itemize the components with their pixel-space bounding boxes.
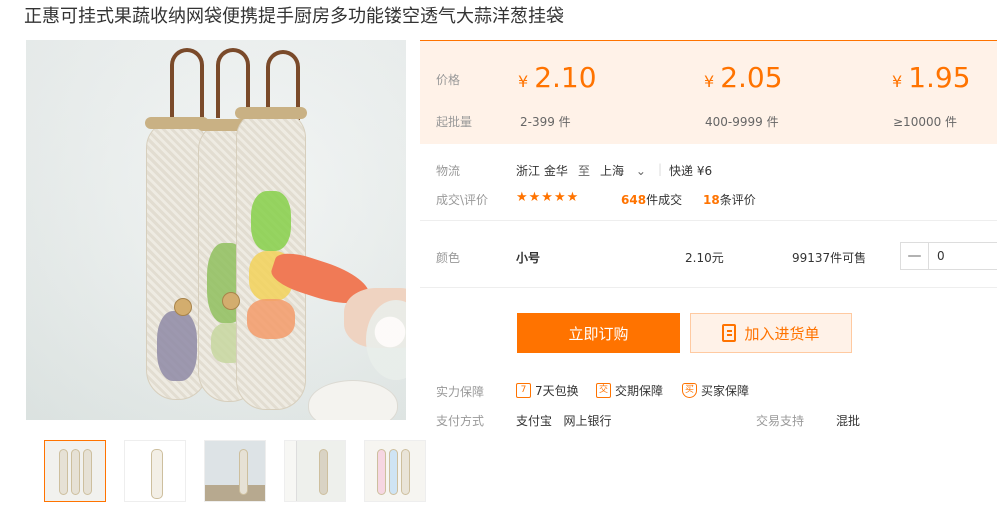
rating-stars: ★★★★★ bbox=[516, 190, 580, 205]
thumbnail[interactable] bbox=[204, 440, 266, 502]
shipping-fee: 快递 ¥6 bbox=[669, 164, 713, 178]
clipboard-icon bbox=[722, 324, 737, 342]
price-tier-1: ¥2.10 bbox=[518, 61, 597, 94]
add-to-cart-button[interactable]: 加入进货单 bbox=[690, 313, 852, 353]
qty-tier-1: 2-399 件 bbox=[520, 115, 571, 129]
qty-label: 起批量 bbox=[436, 115, 473, 129]
quantity-stepper: — 0 bbox=[900, 242, 997, 270]
logistics-label: 物流 bbox=[436, 164, 461, 178]
minus-button[interactable]: — bbox=[901, 243, 929, 269]
ship-to: 上海 bbox=[600, 164, 625, 178]
order-now-button[interactable]: 立即订购 bbox=[517, 313, 680, 353]
product-title: 正惠可挂式果蔬收纳网袋便携提手厨房多功能镂空透气大蒜洋葱挂袋 bbox=[24, 6, 564, 27]
price-tier-3: ¥1.95 bbox=[892, 61, 971, 94]
shield-icon: 买 bbox=[682, 383, 697, 398]
bag-strap bbox=[170, 48, 204, 118]
delivery-guarantee-icon: 交 bbox=[596, 383, 611, 398]
review-count[interactable]: 18条评价 bbox=[703, 191, 756, 208]
sku-name: 小号 bbox=[516, 251, 541, 265]
qty-tier-3: ≥10000 件 bbox=[893, 115, 958, 129]
thumbnail[interactable] bbox=[364, 440, 426, 502]
guarantee-buyer[interactable]: 买 买家保障 bbox=[682, 382, 749, 399]
main-product-image[interactable] bbox=[26, 40, 406, 420]
divider bbox=[420, 287, 997, 288]
payment-methods: 支付宝 网上银行 bbox=[516, 414, 612, 428]
price-panel: 价格 起批量 ¥2.10 ¥2.05 ¥1.95 2-399 件 400-999… bbox=[420, 40, 997, 144]
ship-from: 浙江 金华 bbox=[516, 164, 568, 178]
reviews-label: 成交\评价 bbox=[436, 193, 489, 207]
trade-support-label: 交易支持 bbox=[756, 414, 805, 428]
guarantee-7day[interactable]: 7 7天包换 bbox=[516, 382, 579, 399]
thumbnail[interactable] bbox=[124, 440, 186, 502]
quantity-input[interactable]: 0 bbox=[929, 243, 997, 269]
divider bbox=[420, 220, 997, 221]
guarantee-label: 实力保障 bbox=[436, 385, 485, 399]
color-label: 颜色 bbox=[436, 251, 461, 265]
thumbnail[interactable] bbox=[284, 440, 346, 502]
return-7day-icon: 7 bbox=[516, 383, 531, 398]
sku-stock: 99137件可售 bbox=[792, 251, 867, 265]
guarantee-delivery[interactable]: 交 交期保障 bbox=[596, 382, 663, 399]
qty-tier-2: 400-9999 件 bbox=[705, 115, 779, 129]
ship-to-word: 至 bbox=[578, 164, 591, 178]
price-label: 价格 bbox=[436, 73, 461, 87]
add-to-cart-label: 加入进货单 bbox=[744, 324, 820, 343]
deals-count[interactable]: 648件成交 bbox=[621, 191, 682, 208]
thumbnail[interactable] bbox=[44, 440, 106, 502]
payment-label: 支付方式 bbox=[436, 414, 485, 428]
thumbnail-strip bbox=[44, 440, 444, 502]
ship-to-select[interactable]: 上海 ⌄ bbox=[600, 162, 646, 179]
sku-price: 2.10元 bbox=[685, 251, 724, 265]
trade-support-value: 混批 bbox=[836, 414, 861, 428]
divider: | bbox=[658, 162, 663, 176]
price-tier-2: ¥2.05 bbox=[704, 61, 783, 94]
chevron-down-icon: ⌄ bbox=[635, 164, 646, 178]
